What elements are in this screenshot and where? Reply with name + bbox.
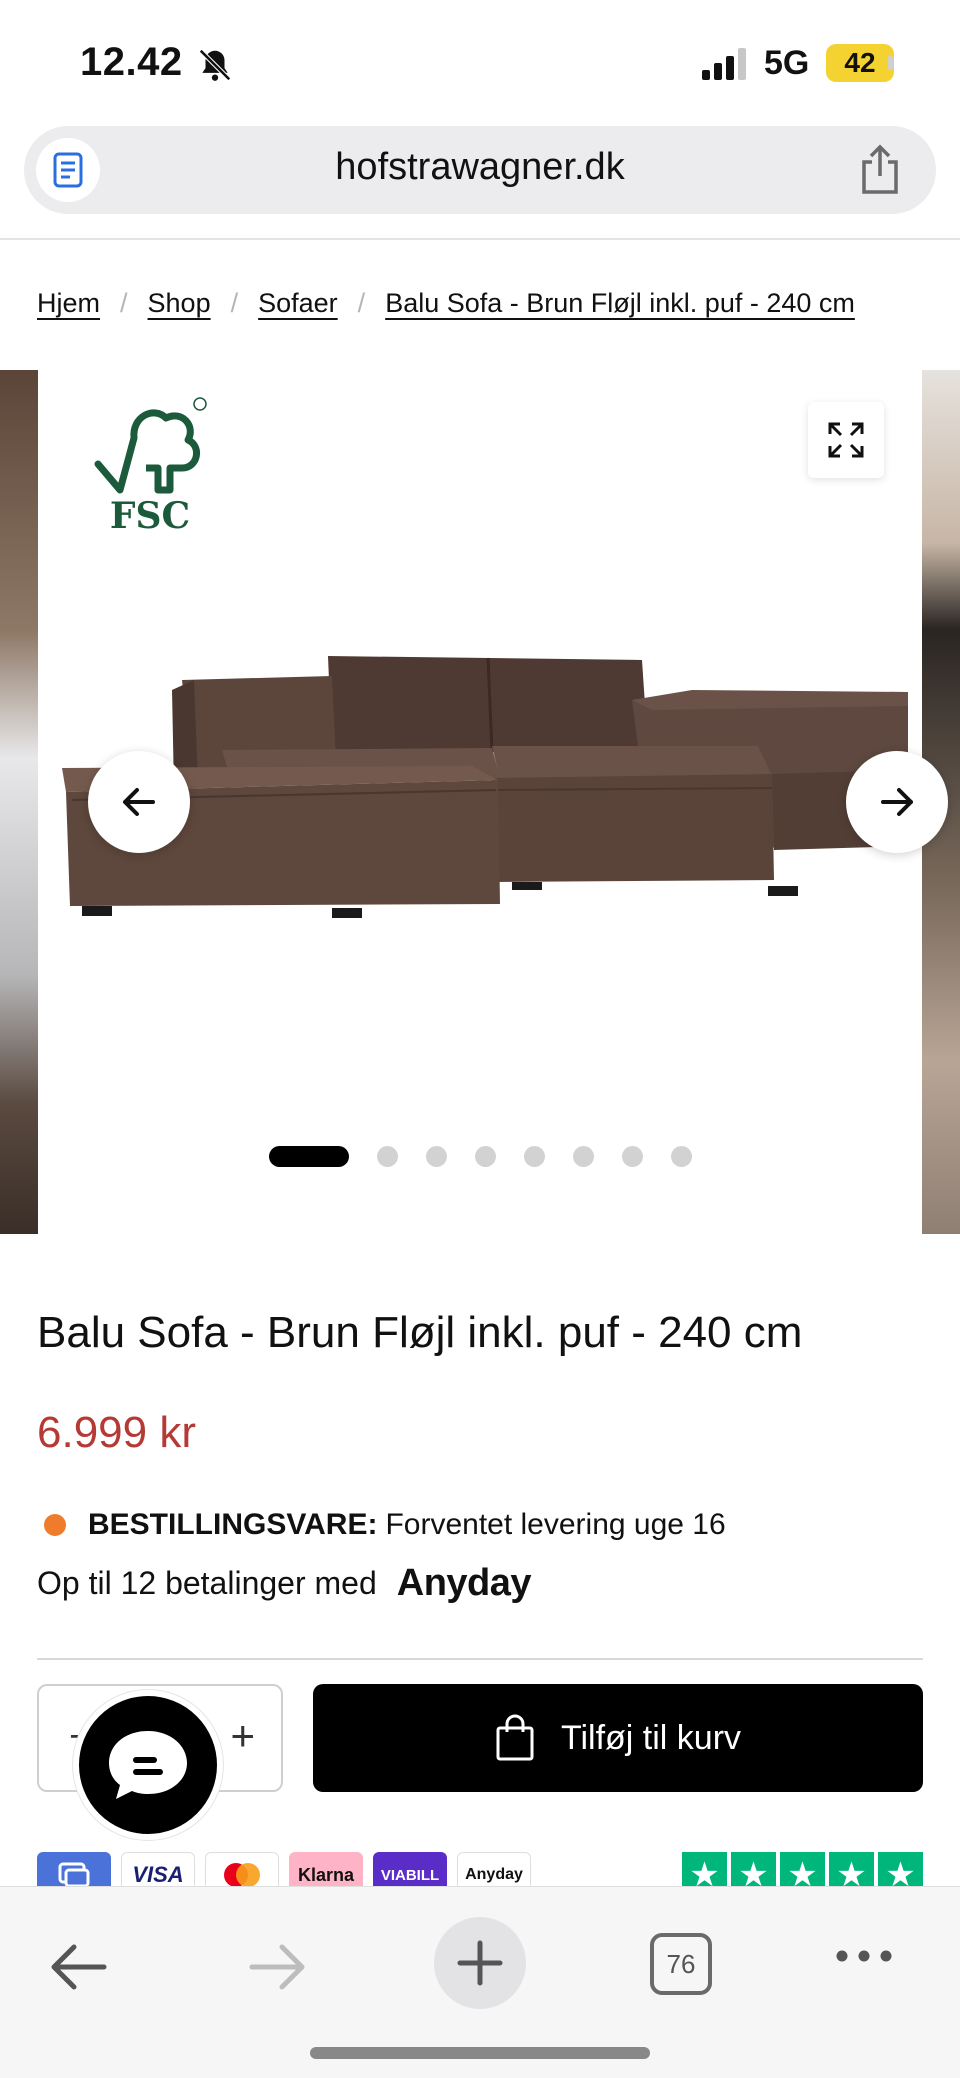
gallery-dot[interactable]	[572, 1146, 594, 1167]
gallery-dot-active[interactable]	[268, 1146, 349, 1167]
product-gallery[interactable]: FSC	[0, 370, 960, 1234]
arrow-left-icon	[123, 788, 155, 816]
share-icon[interactable]	[856, 144, 904, 196]
previous-image-button[interactable]	[88, 751, 190, 853]
gallery-slide[interactable]: FSC	[38, 370, 948, 1234]
gallery-dot[interactable]	[670, 1146, 692, 1167]
info-divider	[37, 1658, 923, 1660]
gallery-dot[interactable]	[523, 1146, 545, 1167]
gallery-pagination	[0, 1146, 960, 1167]
breadcrumb: Hjem / Shop / Sofaer / Balu Sofa - Brun …	[37, 288, 855, 319]
product-title: Balu Sofa - Brun Fløjl inkl. puf - 240 c…	[37, 1308, 803, 1357]
new-tab-button[interactable]	[434, 1917, 526, 2009]
plus-icon	[457, 1940, 503, 1986]
next-image-button[interactable]	[846, 751, 948, 853]
breadcrumb-home[interactable]: Hjem	[37, 288, 100, 319]
installments-text: Op til 12 betalinger med	[37, 1565, 377, 1601]
status-bar: 12.42 5G 42	[0, 0, 960, 120]
breadcrumb-separator: /	[357, 288, 366, 318]
svg-text:FSC: FSC	[110, 495, 190, 534]
quantity-increase-button[interactable]: +	[230, 1712, 255, 1760]
breadcrumb-current[interactable]: Balu Sofa - Brun Fløjl inkl. puf - 240 c…	[385, 288, 855, 319]
gallery-dot[interactable]	[621, 1146, 643, 1167]
gallery-dot[interactable]	[425, 1146, 447, 1167]
address-bar[interactable]: hofstrawagner.dk	[24, 126, 936, 214]
breadcrumb-separator: /	[120, 288, 128, 318]
delivery-text: Forventet levering uge 16	[385, 1508, 726, 1541]
battery-indicator: 42	[826, 44, 894, 82]
header-divider	[0, 238, 960, 240]
installments-info: Op til 12 betalinger med Anyday	[37, 1562, 532, 1605]
gallery-dot[interactable]	[474, 1146, 496, 1167]
breadcrumb-sofas[interactable]: Sofaer	[258, 288, 338, 319]
breadcrumb-separator: /	[230, 288, 239, 318]
browser-toolbar: 76	[0, 1886, 960, 2078]
product-price: 6.999 kr	[37, 1408, 196, 1457]
delivery-status: BESTILLINGSVARE: Forventet levering uge …	[44, 1508, 726, 1542]
delivery-label: BESTILLINGSVARE:	[88, 1508, 378, 1541]
forward-icon[interactable]	[246, 1937, 310, 1997]
fsc-logo: FSC	[94, 397, 207, 534]
battery-tip	[888, 56, 894, 70]
more-icon[interactable]	[834, 1941, 894, 1971]
delivery-status-dot	[44, 1514, 66, 1536]
back-icon[interactable]	[46, 1937, 110, 1997]
arrow-right-icon	[881, 788, 913, 816]
network-type: 5G	[764, 44, 810, 82]
expand-button[interactable]	[808, 402, 884, 478]
url-text[interactable]: hofstrawagner.dk	[24, 146, 936, 189]
expand-icon	[828, 422, 864, 458]
shopping-bag-icon	[496, 1714, 534, 1761]
bell-muted-icon	[199, 49, 231, 81]
home-indicator	[310, 2047, 650, 2059]
status-time: 12.42	[80, 40, 183, 84]
add-to-cart-button[interactable]: Tilføj til kurv	[313, 1684, 923, 1792]
gallery-dot[interactable]	[376, 1146, 398, 1167]
tabs-button[interactable]: 76	[650, 1933, 712, 1995]
add-to-cart-label: Tilføj til kurv	[560, 1718, 742, 1757]
cellular-signal-icon	[702, 48, 746, 80]
chat-button[interactable]	[73, 1690, 223, 1840]
anyday-logo[interactable]: Anyday	[397, 1562, 532, 1605]
chat-bubble-icon	[109, 1731, 187, 1799]
breadcrumb-shop[interactable]: Shop	[148, 288, 211, 319]
previous-slide-peek	[0, 370, 38, 1234]
